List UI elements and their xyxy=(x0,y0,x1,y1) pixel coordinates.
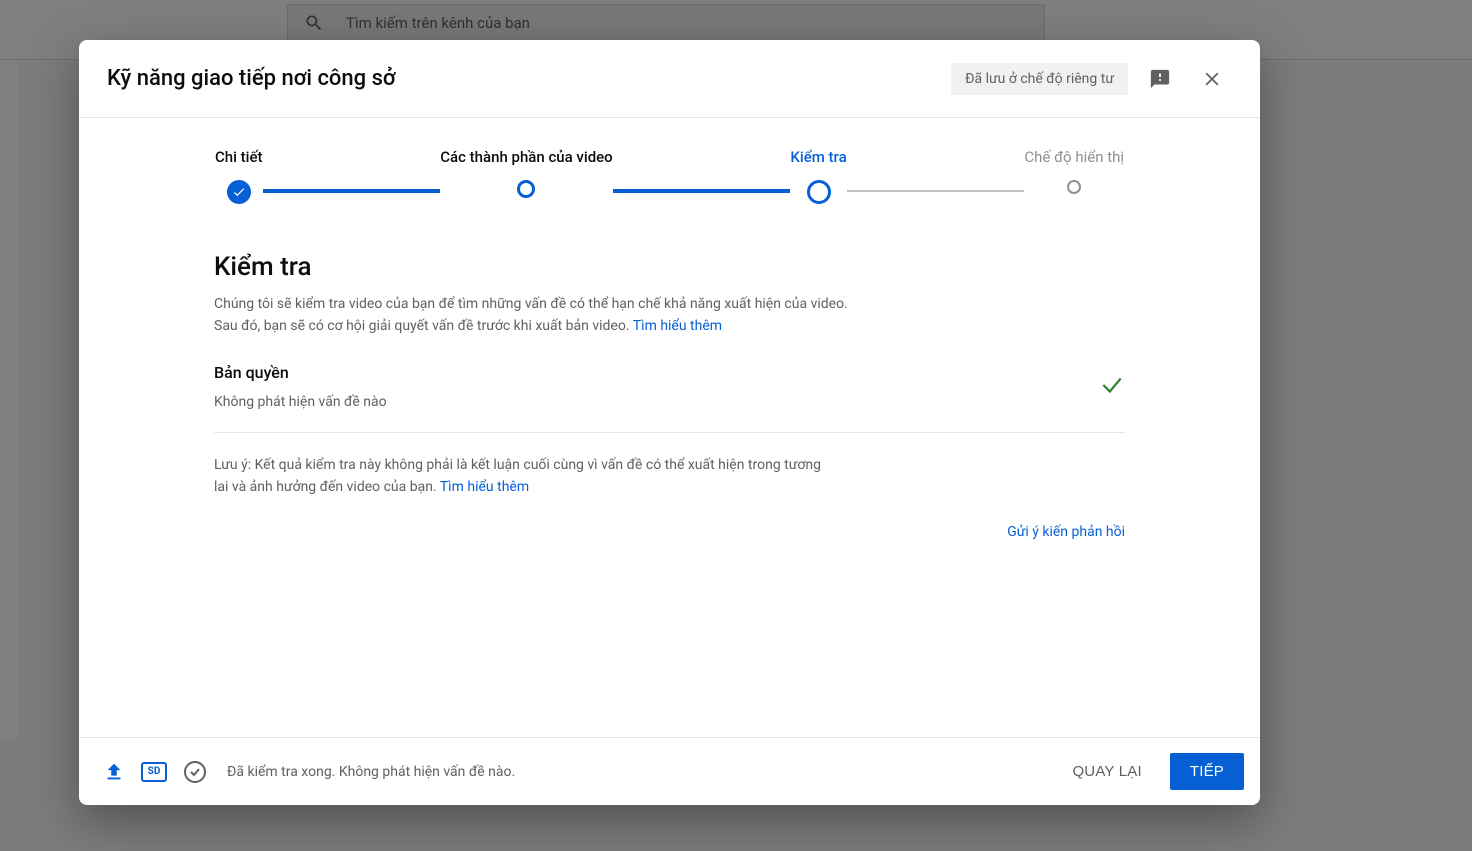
step-checks[interactable]: Kiểm tra xyxy=(790,148,846,204)
copyright-status: Không phát hiện vấn đề nào xyxy=(214,394,387,410)
check-circle-icon xyxy=(183,760,207,784)
step-visibility[interactable]: Chế độ hiển thị xyxy=(1024,148,1124,194)
feedback-icon-button[interactable] xyxy=(1140,59,1180,99)
upload-icon xyxy=(103,761,125,783)
step-connector xyxy=(263,189,441,193)
step-label: Các thành phần của video xyxy=(440,148,612,166)
step-dot-active xyxy=(807,180,831,204)
step-elements[interactable]: Các thành phần của video xyxy=(440,148,612,198)
section-heading: Kiểm tra xyxy=(214,252,1125,282)
copyright-title: Bản quyền xyxy=(214,363,387,382)
send-feedback-link[interactable]: Gửi ý kiến phản hồi xyxy=(1007,524,1125,540)
note-text: Lưu ý: Kết quả kiểm tra này không phải l… xyxy=(214,455,834,498)
copyright-row: Bản quyền Không phát hiện vấn đề nào xyxy=(214,363,1125,433)
close-icon xyxy=(1201,68,1223,90)
dialog-header: Kỹ năng giao tiếp nơi công sở Đã lưu ở c… xyxy=(79,40,1260,118)
next-button[interactable]: TIẾP xyxy=(1170,753,1244,790)
step-dot-done xyxy=(227,180,251,204)
upload-dialog: Kỹ năng giao tiếp nơi công sở Đã lưu ở c… xyxy=(79,40,1260,805)
dialog-footer: SD Đã kiểm tra xong. Không phát hiện vấn… xyxy=(79,737,1260,805)
save-status-badge: Đã lưu ở chế độ riêng tư xyxy=(951,63,1128,95)
step-dot-disabled xyxy=(1067,180,1081,194)
step-label: Chi tiết xyxy=(215,148,263,166)
step-dot-mid xyxy=(517,180,535,198)
note-learn-more-link[interactable]: Tìm hiểu thêm xyxy=(440,479,529,495)
step-details[interactable]: Chi tiết xyxy=(215,148,263,204)
dialog-title: Kỹ năng giao tiếp nơi công sở xyxy=(107,66,939,91)
stepper: Chi tiết Các thành phần của video Kiểm t… xyxy=(79,118,1260,204)
footer-status-text: Đã kiểm tra xong. Không phát hiện vấn đề… xyxy=(227,764,1044,780)
sd-badge: SD xyxy=(141,762,167,782)
learn-more-link[interactable]: Tìm hiểu thêm xyxy=(633,318,722,334)
close-button[interactable] xyxy=(1192,59,1232,99)
feedback-row: Gửi ý kiến phản hồi xyxy=(214,521,1125,540)
step-label: Kiểm tra xyxy=(790,148,846,166)
section-description: Chúng tôi sẽ kiểm tra video của bạn để t… xyxy=(214,294,874,337)
check-icon xyxy=(1099,372,1125,402)
feedback-icon xyxy=(1149,68,1171,90)
footer-icons: SD xyxy=(95,760,207,784)
dialog-content: Kiểm tra Chúng tôi sẽ kiểm tra video của… xyxy=(79,204,1260,737)
step-connector xyxy=(613,189,791,193)
step-label: Chế độ hiển thị xyxy=(1024,148,1124,166)
back-button[interactable]: QUAY LẠI xyxy=(1056,753,1157,790)
step-connector xyxy=(847,190,1025,192)
